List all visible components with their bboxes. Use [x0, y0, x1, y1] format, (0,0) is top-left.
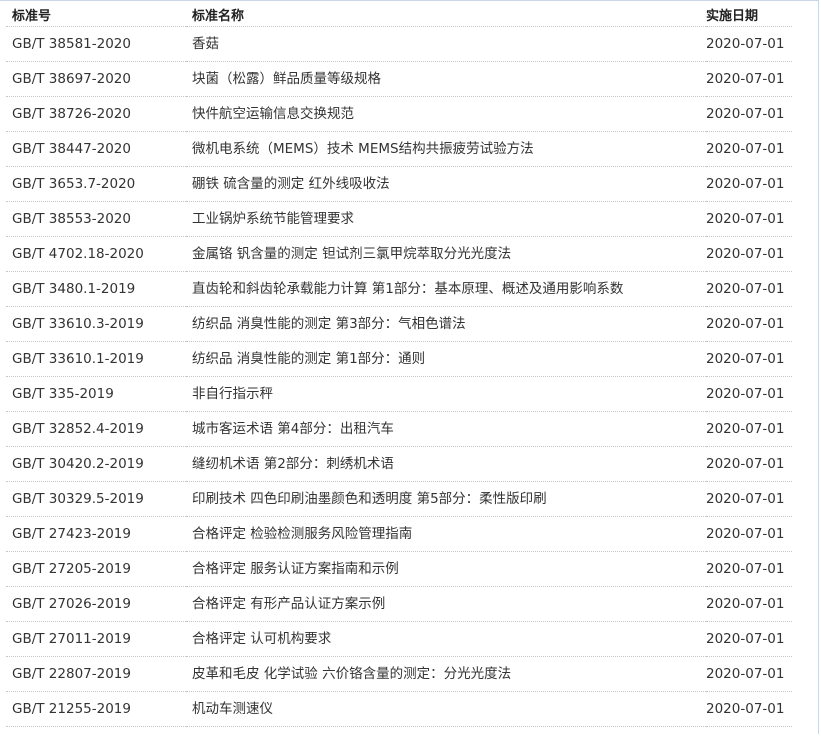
implementation-date-cell: 2020-07-01 — [706, 516, 792, 552]
table-row[interactable]: GB/T 3480.1-2019 直齿轮和斜齿轮承载能力计算 第1部分：基本原理、… — [6, 271, 792, 307]
standards-table: 标准号 标准名称 实施日期 GB/T 38581-2020 香菇 2020-07-0… — [6, 2, 792, 727]
standard-name-cell[interactable]: 微机电系统（MEMS）技术 MEMS结构共振疲劳试验方法 — [186, 131, 706, 167]
table-row[interactable]: GB/T 38726-2020 快件航空运输信息交换规范 2020-07-01 — [6, 96, 792, 132]
standard-name-cell[interactable]: 合格评定 认可机构要求 — [186, 621, 706, 657]
implementation-date-cell: 2020-07-01 — [706, 586, 792, 622]
implementation-date-cell: 2020-07-01 — [706, 341, 792, 377]
standards-list-panel: 标准号 标准名称 实施日期 GB/T 38581-2020 香菇 2020-07-0… — [0, 0, 819, 734]
implementation-date-cell: 2020-07-01 — [706, 271, 792, 307]
standard-name-cell[interactable]: 快件航空运输信息交换规范 — [186, 96, 706, 132]
standard-code-cell[interactable]: GB/T 30329.5-2019 — [6, 481, 186, 517]
standard-name-cell[interactable]: 香菇 — [186, 26, 706, 62]
implementation-date-cell: 2020-07-01 — [706, 656, 792, 692]
implementation-date-cell: 2020-07-01 — [706, 411, 792, 447]
table-row[interactable]: GB/T 4702.18-2020 金属铬 钒含量的测定 钽试剂三氯甲烷萃取分光光… — [6, 236, 792, 272]
implementation-date-cell: 2020-07-01 — [706, 166, 792, 202]
standard-code-cell[interactable]: GB/T 27423-2019 — [6, 516, 186, 552]
table-row[interactable]: GB/T 30329.5-2019 印刷技术 四色印刷油墨颜色和透明度 第5部分：… — [6, 481, 792, 517]
standard-name-cell[interactable]: 缝纫机术语 第2部分：刺绣机术语 — [186, 446, 706, 482]
header-standard-code: 标准号 — [6, 2, 186, 27]
implementation-date-cell: 2020-07-01 — [706, 96, 792, 132]
standard-name-cell[interactable]: 非自行指示秤 — [186, 376, 706, 412]
standard-code-cell[interactable]: GB/T 33610.1-2019 — [6, 341, 186, 377]
standard-code-cell[interactable]: GB/T 22807-2019 — [6, 656, 186, 692]
table-row[interactable]: GB/T 3653.7-2020 硼铁 硫含量的测定 红外线吸收法 2020-07-… — [6, 166, 792, 202]
standard-code-cell[interactable]: GB/T 38581-2020 — [6, 26, 186, 62]
implementation-date-cell: 2020-07-01 — [706, 201, 792, 237]
implementation-date-cell: 2020-07-01 — [706, 26, 792, 62]
table-row[interactable]: GB/T 27026-2019 合格评定 有形产品认证方案示例 2020-07-01 — [6, 586, 792, 622]
header-implementation-date: 实施日期 — [706, 2, 792, 27]
standard-name-cell[interactable]: 直齿轮和斜齿轮承载能力计算 第1部分：基本原理、概述及通用影响系数 — [186, 271, 706, 307]
standard-code-cell[interactable]: GB/T 38726-2020 — [6, 96, 186, 132]
implementation-date-cell: 2020-07-01 — [706, 446, 792, 482]
standard-code-cell[interactable]: GB/T 38697-2020 — [6, 61, 186, 97]
standard-name-cell[interactable]: 块菌（松露）鲜品质量等级规格 — [186, 61, 706, 97]
standard-name-cell[interactable]: 皮革和毛皮 化学试验 六价铬含量的测定：分光光度法 — [186, 656, 706, 692]
standard-code-cell[interactable]: GB/T 3653.7-2020 — [6, 166, 186, 202]
table-row[interactable]: GB/T 27011-2019 合格评定 认可机构要求 2020-07-01 — [6, 621, 792, 657]
standard-code-cell[interactable]: GB/T 27026-2019 — [6, 586, 186, 622]
implementation-date-cell: 2020-07-01 — [706, 621, 792, 657]
standard-code-cell[interactable]: GB/T 32852.4-2019 — [6, 411, 186, 447]
table-row[interactable]: GB/T 38447-2020 微机电系统（MEMS）技术 MEMS结构共振疲劳试… — [6, 131, 792, 167]
implementation-date-cell: 2020-07-01 — [706, 61, 792, 97]
standard-name-cell[interactable]: 金属铬 钒含量的测定 钽试剂三氯甲烷萃取分光光度法 — [186, 236, 706, 272]
standard-name-cell[interactable]: 印刷技术 四色印刷油墨颜色和透明度 第5部分：柔性版印刷 — [186, 481, 706, 517]
table-row[interactable]: GB/T 27423-2019 合格评定 检验检测服务风险管理指南 2020-07-… — [6, 516, 792, 552]
standard-name-cell[interactable]: 合格评定 服务认证方案指南和示例 — [186, 551, 706, 587]
standard-code-cell[interactable]: GB/T 4702.18-2020 — [6, 236, 186, 272]
implementation-date-cell: 2020-07-01 — [706, 481, 792, 517]
implementation-date-cell: 2020-07-01 — [706, 306, 792, 342]
table-body: GB/T 38581-2020 香菇 2020-07-01 GB/T 38697-20… — [6, 26, 792, 727]
standard-name-cell[interactable]: 合格评定 检验检测服务风险管理指南 — [186, 516, 706, 552]
implementation-date-cell: 2020-07-01 — [706, 376, 792, 412]
table-row[interactable]: GB/T 38553-2020 工业锅炉系统节能管理要求 2020-07-01 — [6, 201, 792, 237]
standard-name-cell[interactable]: 机动车测速仪 — [186, 691, 706, 727]
table-row[interactable]: GB/T 32852.4-2019 城市客运术语 第4部分：出租汽车 2020-07… — [6, 411, 792, 447]
table-row[interactable]: GB/T 38697-2020 块菌（松露）鲜品质量等级规格 2020-07-01 — [6, 61, 792, 97]
standard-name-cell[interactable]: 合格评定 有形产品认证方案示例 — [186, 586, 706, 622]
standard-code-cell[interactable]: GB/T 27011-2019 — [6, 621, 186, 657]
table-row[interactable]: GB/T 33610.3-2019 纺织品 消臭性能的测定 第3部分：气相色谱法 2… — [6, 306, 792, 342]
table-row[interactable]: GB/T 30420.2-2019 缝纫机术语 第2部分：刺绣机术语 2020-07… — [6, 446, 792, 482]
standard-code-cell[interactable]: GB/T 30420.2-2019 — [6, 446, 186, 482]
table-row[interactable]: GB/T 21255-2019 机动车测速仪 2020-07-01 — [6, 691, 792, 727]
standard-code-cell[interactable]: GB/T 38553-2020 — [6, 201, 186, 237]
standard-name-cell[interactable]: 城市客运术语 第4部分：出租汽车 — [186, 411, 706, 447]
standard-name-cell[interactable]: 工业锅炉系统节能管理要求 — [186, 201, 706, 237]
standard-code-cell[interactable]: GB/T 38447-2020 — [6, 131, 186, 167]
standard-name-cell[interactable]: 硼铁 硫含量的测定 红外线吸收法 — [186, 166, 706, 202]
header-standard-name: 标准名称 — [186, 2, 706, 27]
standard-code-cell[interactable]: GB/T 27205-2019 — [6, 551, 186, 587]
implementation-date-cell: 2020-07-01 — [706, 691, 792, 727]
standard-code-cell[interactable]: GB/T 3480.1-2019 — [6, 271, 186, 307]
implementation-date-cell: 2020-07-01 — [706, 236, 792, 272]
table-row[interactable]: GB/T 27205-2019 合格评定 服务认证方案指南和示例 2020-07-0… — [6, 551, 792, 587]
table-row[interactable]: GB/T 22807-2019 皮革和毛皮 化学试验 六价铬含量的测定：分光光度法… — [6, 656, 792, 692]
standard-name-cell[interactable]: 纺织品 消臭性能的测定 第1部分：通则 — [186, 341, 706, 377]
standard-name-cell[interactable]: 纺织品 消臭性能的测定 第3部分：气相色谱法 — [186, 306, 706, 342]
standard-code-cell[interactable]: GB/T 335-2019 — [6, 376, 186, 412]
table-row[interactable]: GB/T 33610.1-2019 纺织品 消臭性能的测定 第1部分：通则 2020… — [6, 341, 792, 377]
implementation-date-cell: 2020-07-01 — [706, 131, 792, 167]
standard-code-cell[interactable]: GB/T 33610.3-2019 — [6, 306, 186, 342]
implementation-date-cell: 2020-07-01 — [706, 551, 792, 587]
table-row[interactable]: GB/T 335-2019 非自行指示秤 2020-07-01 — [6, 376, 792, 412]
standard-code-cell[interactable]: GB/T 21255-2019 — [6, 691, 186, 727]
table-row[interactable]: GB/T 38581-2020 香菇 2020-07-01 — [6, 26, 792, 62]
table-header-row: 标准号 标准名称 实施日期 — [6, 2, 792, 27]
